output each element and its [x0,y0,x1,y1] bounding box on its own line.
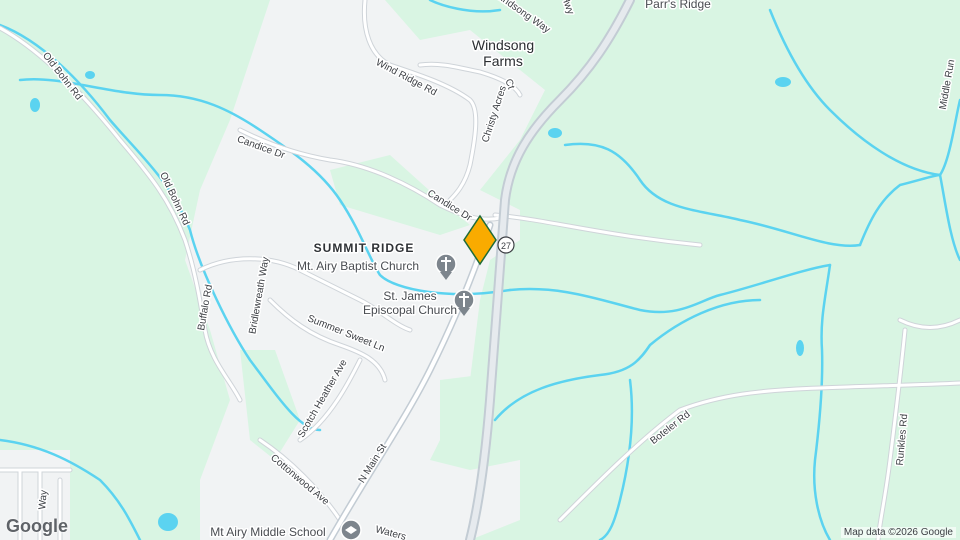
place-label-windsong-2: Farms [483,53,523,69]
poi-label-middle-school[interactable]: Mt Airy Middle School [209,524,327,540]
google-logo[interactable]: Google [6,516,68,537]
map-canvas[interactable]: Windsong Farms Parr's Ridge SUMMIT RIDGE… [0,0,960,540]
route-27-number: 27 [501,241,511,251]
poi-label-st-james-2[interactable]: Episcopal Church [361,302,458,319]
place-label-parrs-ridge: Parr's Ridge [645,0,711,11]
map-attribution[interactable]: Map data ©2026 Google [840,527,956,538]
map-svg: Windsong Farms Parr's Ridge SUMMIT RIDGE… [0,0,960,540]
neighborhood-label: SUMMIT RIDGE [314,241,415,255]
place-label-windsong-1: Windsong [472,37,534,53]
route-27-shield: 27 [497,236,515,254]
road-label-way: Way [37,490,50,511]
poi-label-baptist-church[interactable]: Mt. Airy Baptist Church [295,258,420,275]
poi-label-st-james-1[interactable]: St. James [382,288,438,305]
school-icon[interactable] [340,519,362,540]
